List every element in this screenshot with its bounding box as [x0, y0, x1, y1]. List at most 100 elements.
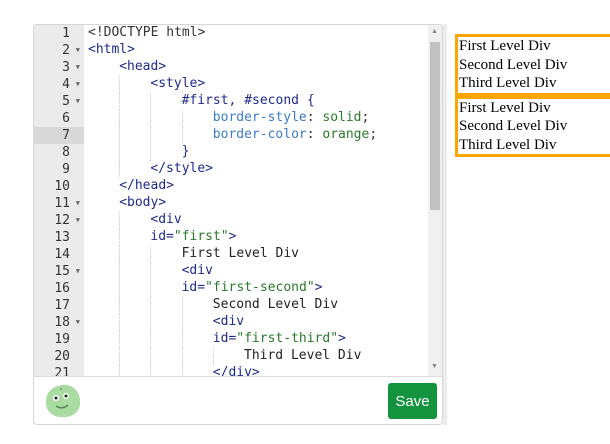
code-token: ;: [369, 127, 378, 142]
line-number-text: 10: [54, 179, 70, 194]
code-token: <div: [181, 263, 213, 278]
avatar-mascot-icon: [45, 384, 81, 418]
preview-div-first: First Level Div Second Level Div Third L…: [455, 34, 610, 96]
scrollbar-thumb[interactable]: [430, 42, 440, 210]
code-token: Third Level Div: [244, 348, 362, 363]
line-number: 1: [34, 25, 84, 42]
code-line[interactable]: border-color: orange;: [213, 127, 377, 144]
code-line[interactable]: <div: [150, 212, 181, 229]
code-token: id=: [181, 280, 206, 295]
line-number-gutter: 1 2 ▼ 3 ▼ 4 ▼ 5 ▼ 6 7 8 9 10 11 ▼ 12 ▼ 13 14 15 ▼ 16 17 18 ▼ 19 20 2…: [34, 25, 84, 376]
code-line[interactable]: <div: [182, 263, 213, 280]
code-token: <!DOCTYPE html>: [88, 25, 206, 40]
line-number-text: 3: [62, 60, 70, 75]
code-line[interactable]: <!DOCTYPE html>: [88, 25, 205, 42]
line-number-text: 20: [54, 349, 70, 364]
indent-guide: [181, 110, 183, 127]
line-number: 4 ▼: [34, 76, 84, 93]
code-token: border-color: [212, 127, 307, 142]
line-number: 3 ▼: [34, 59, 84, 76]
indent-guide: [150, 365, 152, 376]
code-token: <style>: [150, 76, 206, 91]
preview-text: Second Level Div: [459, 56, 568, 73]
code-line[interactable]: Second Level Div: [213, 297, 338, 314]
indent-guide: [119, 161, 121, 178]
code-line[interactable]: First Level Div: [182, 246, 299, 263]
indent-guide: [119, 314, 121, 331]
line-number-text: 15: [54, 264, 70, 279]
code-token: solid: [322, 110, 362, 125]
fold-arrow-icon[interactable]: ▼: [76, 314, 80, 331]
code-line[interactable]: <style>: [150, 76, 205, 93]
indent-guide: [119, 110, 121, 127]
indent-guide: [119, 280, 121, 297]
code-line[interactable]: </div>: [213, 365, 260, 376]
code-token: <body>: [119, 195, 167, 210]
line-number-text: 17: [54, 298, 70, 313]
preview-text: First Level Div: [459, 38, 551, 54]
line-number-text: 21: [54, 366, 70, 376]
code-editor[interactable]: 1 2 ▼ 3 ▼ 4 ▼ 5 ▼ 6 7 8 9 10 11 ▼ 12 ▼ 13 14 15 ▼ 16 17 18 ▼ 19 20 2…: [34, 25, 442, 376]
code-line[interactable]: id="first-third">: [213, 331, 346, 348]
code-line[interactable]: <head>: [119, 59, 166, 76]
code-line[interactable]: border-style: solid;: [213, 110, 370, 127]
indent-guide: [119, 144, 121, 161]
code-line[interactable]: </head>: [119, 178, 174, 195]
line-number-text: 4: [62, 77, 70, 92]
line-number-text: 19: [54, 332, 70, 347]
code-line[interactable]: }: [182, 144, 190, 161]
code-token: }: [181, 144, 190, 159]
code-line[interactable]: </style>: [150, 161, 213, 178]
line-number-text: 6: [62, 111, 70, 126]
code-token: :: [306, 110, 323, 125]
line-number: 12 ▼: [34, 212, 84, 229]
code-line[interactable]: <body>: [119, 195, 166, 212]
fold-arrow-icon[interactable]: ▼: [76, 263, 80, 280]
indent-guide: [150, 144, 152, 161]
code-token: </div>: [212, 365, 260, 376]
indent-guide: [119, 246, 121, 263]
pane-resize-divider[interactable]: [443, 24, 447, 425]
scroll-up-icon[interactable]: ▲: [431, 28, 438, 35]
fold-arrow-icon[interactable]: ▼: [76, 42, 80, 59]
code-token: border-style: [212, 110, 307, 125]
code-token: </head>: [119, 178, 174, 193]
fold-arrow-icon[interactable]: ▼: [76, 76, 80, 93]
code-line[interactable]: id="first">: [150, 229, 236, 246]
line-number: 14: [34, 246, 84, 263]
indent-guide: [150, 280, 152, 297]
fold-arrow-icon[interactable]: ▼: [76, 59, 80, 76]
fold-arrow-icon[interactable]: ▼: [76, 93, 80, 110]
indent-guide: [181, 297, 183, 314]
indent-guide: [150, 314, 152, 331]
line-number-text: 5: [62, 94, 70, 109]
line-number-text: 12: [54, 213, 70, 228]
code-token: >: [228, 229, 237, 244]
fold-arrow-icon[interactable]: ▼: [76, 212, 80, 229]
fold-arrow-icon[interactable]: ▼: [76, 195, 80, 212]
line-number: 9: [34, 161, 84, 178]
code-line[interactable]: id="first-second">: [182, 280, 323, 297]
editor-scrollbar[interactable]: ▲ ▼: [428, 25, 442, 376]
line-number-text: 7: [62, 128, 70, 143]
indent-guide: [150, 110, 152, 127]
line-number: 21: [34, 365, 84, 376]
line-number: 16: [34, 280, 84, 297]
save-button[interactable]: Save: [388, 383, 437, 419]
scroll-down-icon[interactable]: ▼: [431, 363, 438, 370]
indent-guide: [181, 314, 183, 331]
indent-guide: [150, 93, 152, 110]
line-number: 5 ▼: [34, 93, 84, 110]
line-number-text: 9: [62, 162, 70, 177]
indent-guide: [119, 229, 121, 246]
line-number: 10: [34, 178, 84, 195]
code-line[interactable]: <div: [213, 314, 244, 331]
indent-guide: [150, 331, 152, 348]
line-number-text: 2: [62, 43, 70, 58]
code-line[interactable]: Third Level Div: [244, 348, 361, 365]
code-line[interactable]: #first, #second {: [182, 93, 315, 110]
line-number: 15 ▼: [34, 263, 84, 280]
code-line[interactable]: <html>: [88, 42, 135, 59]
indent-guide: [119, 76, 121, 93]
code-area[interactable]: <!DOCTYPE html> <html> <head> <style> #first…: [84, 25, 428, 376]
